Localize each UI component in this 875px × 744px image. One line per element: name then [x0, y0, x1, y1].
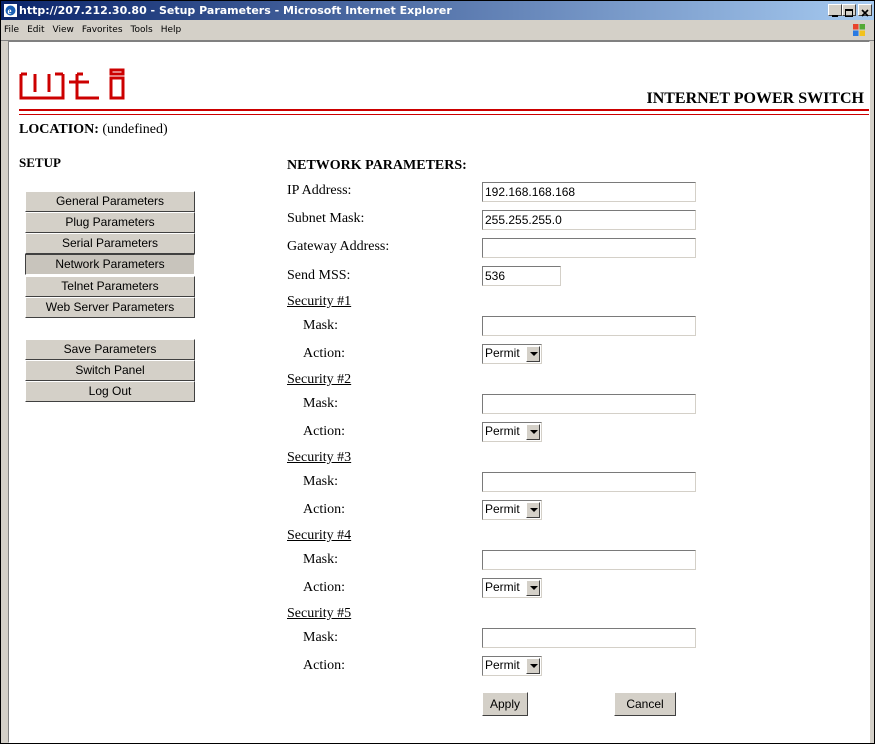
security-2-action-value: Permit [485, 424, 520, 438]
security-1-action-value: Permit [485, 346, 520, 360]
maximize-button[interactable] [842, 4, 856, 17]
gateway-address-input[interactable] [482, 238, 696, 258]
subnet-mask-input[interactable] [482, 210, 696, 230]
security-3-heading: Security #3 [287, 450, 352, 465]
cancel-button[interactable]: Cancel [614, 692, 676, 716]
security-5-action-label: Action: [303, 658, 345, 673]
security-5-mask-label: Mask: [303, 630, 338, 645]
svg-text:e: e [8, 6, 12, 16]
security-4-mask-label: Mask: [303, 552, 338, 567]
security-4-heading: Security #4 [287, 528, 352, 543]
apply-button[interactable]: Apply [482, 692, 528, 716]
security-1-heading: Security #1 [287, 294, 352, 309]
title-bar: e http://207.212.30.80 - Setup Parameter… [1, 1, 874, 20]
security-3-action-value: Permit [485, 502, 520, 516]
chevron-down-icon[interactable] [526, 424, 540, 440]
network-parameters-heading: NETWORK PARAMETERS: [287, 158, 467, 173]
setup-heading: SETUP [19, 155, 61, 170]
send-mss-label: Send MSS: [287, 268, 351, 283]
security-4-action-value: Permit [485, 580, 520, 594]
location-value: (undefined) [102, 122, 168, 137]
web-server-parameters-button[interactable]: Web Server Parameters [25, 297, 195, 318]
chevron-down-icon[interactable] [526, 502, 540, 518]
maximize-icon [845, 9, 853, 17]
header-rule-top [19, 109, 869, 111]
security-5-action-select[interactable]: Permit [482, 656, 542, 676]
internet-explorer-icon: e [4, 4, 17, 17]
chevron-down-icon[interactable] [526, 346, 540, 362]
minimize-icon [832, 15, 838, 17]
subnet-mask-label: Subnet Mask: [287, 211, 365, 226]
chevron-down-icon[interactable] [526, 658, 540, 674]
wti-logo [19, 68, 125, 100]
security-2-action-label: Action: [303, 424, 345, 439]
close-button[interactable] [858, 4, 872, 17]
security-5-heading: Security #5 [287, 606, 352, 621]
product-name: INTERNET POWER SWITCH [646, 90, 864, 107]
menu-help[interactable]: Help [161, 25, 182, 35]
ip-address-label: IP Address: [287, 183, 352, 198]
security-1-action-label: Action: [303, 346, 345, 361]
menu-file[interactable]: File [4, 25, 19, 35]
security-2-action-select[interactable]: Permit [482, 422, 542, 442]
location-line: LOCATION: (undefined) [19, 122, 168, 138]
general-parameters-button[interactable]: General Parameters [25, 191, 195, 212]
minimize-button[interactable] [828, 4, 842, 17]
window-title: http://207.212.30.80 - Setup Parameters … [19, 4, 452, 17]
header-rule-bottom [19, 114, 869, 115]
security-4-action-select[interactable]: Permit [482, 578, 542, 598]
menu-tools[interactable]: Tools [131, 25, 153, 35]
ip-address-input[interactable] [482, 182, 696, 202]
security-5-mask-input[interactable] [482, 628, 696, 648]
chevron-down-icon[interactable] [526, 580, 540, 596]
security-3-mask-label: Mask: [303, 474, 338, 489]
location-label: LOCATION: [19, 122, 99, 137]
save-parameters-button[interactable]: Save Parameters [25, 339, 195, 360]
plug-parameters-button[interactable]: Plug Parameters [25, 212, 195, 233]
send-mss-input[interactable] [482, 266, 561, 286]
security-2-mask-label: Mask: [303, 396, 338, 411]
security-4-mask-input[interactable] [482, 550, 696, 570]
security-1-action-select[interactable]: Permit [482, 344, 542, 364]
windows-logo-icon [853, 24, 865, 36]
security-2-mask-input[interactable] [482, 394, 696, 414]
security-3-action-select[interactable]: Permit [482, 500, 542, 520]
security-1-mask-label: Mask: [303, 318, 338, 333]
close-icon [861, 9, 869, 17]
security-5-action-value: Permit [485, 658, 520, 672]
menu-view[interactable]: View [53, 25, 74, 35]
gateway-address-label: Gateway Address: [287, 239, 390, 254]
security-3-mask-input[interactable] [482, 472, 696, 492]
serial-parameters-button[interactable]: Serial Parameters [25, 233, 195, 254]
telnet-parameters-button[interactable]: Telnet Parameters [25, 276, 195, 297]
security-4-action-label: Action: [303, 580, 345, 595]
network-parameters-button[interactable]: Network Parameters [25, 254, 195, 275]
menu-favorites[interactable]: Favorites [82, 25, 123, 35]
menu-bar: File Edit View Favorites Tools Help [1, 20, 874, 41]
menu-edit[interactable]: Edit [27, 25, 44, 35]
security-1-mask-input[interactable] [482, 316, 696, 336]
security-3-action-label: Action: [303, 502, 345, 517]
security-2-heading: Security #2 [287, 372, 352, 387]
switch-panel-button[interactable]: Switch Panel [25, 360, 195, 381]
log-out-button[interactable]: Log Out [25, 381, 195, 402]
